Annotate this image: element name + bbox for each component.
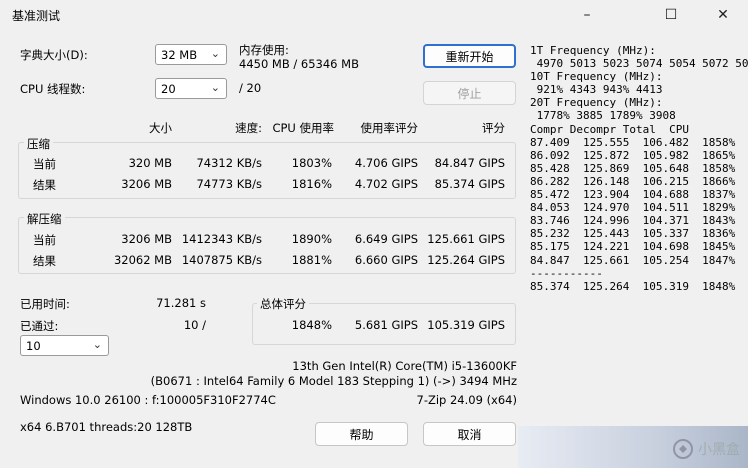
log-line: ----------- [530, 266, 603, 280]
decompress-current-rating: 125.661 GIPS [427, 232, 505, 246]
log-line: 20T Frequency (MHz): [530, 96, 663, 110]
compress-result-speed: 74773 KB/s [196, 177, 262, 191]
passes-select[interactable]: 10 ⌄ [20, 335, 109, 356]
compress-result-ru: 4.702 GIPS [354, 177, 418, 191]
threads-value: 20 [161, 82, 176, 96]
log-line: 85.232 125.443 105.337 1836% [530, 227, 736, 241]
log-line: 84.847 125.661 105.254 1847% [530, 253, 736, 267]
log-line: 921% 4343 943% 4413 [530, 83, 663, 97]
cpu-detail: (B0671 : Intel64 Family 6 Model 183 Step… [150, 374, 517, 388]
chevron-down-icon: ⌄ [210, 47, 220, 60]
cpu-name: 13th Gen Intel(R) Core(TM) i5-13600KF [292, 359, 517, 373]
decompress-result-rating: 125.264 GIPS [427, 253, 505, 267]
decompress-current-label: 当前 [33, 233, 56, 247]
elapsed-label: 已用时间: [20, 297, 70, 311]
threads-select[interactable]: 20 ⌄ [155, 78, 227, 99]
dict-size-select[interactable]: 32 MB ⌄ [155, 44, 227, 65]
decompress-result-speed: 1407875 KB/s [181, 253, 262, 267]
watermark-logo-icon [673, 439, 693, 459]
version-info: 7-Zip 24.09 (x64) [416, 393, 518, 407]
compress-result-cpu: 1816% [291, 177, 332, 191]
col-speed: 速度: [235, 121, 262, 135]
decompress-result-size: 32062 MB [113, 253, 172, 267]
decompress-current-speed: 1412343 KB/s [181, 232, 262, 246]
benchmark-log: 1T Frequency (MHz): 4970 5013 5023 5074 … [530, 44, 748, 293]
compress-result-label: 结果 [33, 178, 56, 192]
dict-size-label: 字典大小(D): [20, 48, 88, 62]
passes-value: 10 [26, 339, 41, 353]
compress-result-rating: 85.374 GIPS [434, 177, 505, 191]
decompress-label: 解压缩 [24, 211, 65, 227]
build-info: x64 6.B701 threads:20 128TB [20, 420, 193, 434]
total-cpu: 1848% [291, 318, 332, 332]
compress-current-speed: 74312 KB/s [196, 156, 262, 170]
maximize-button[interactable]: ☐ [648, 0, 694, 30]
title-bar [0, 0, 748, 30]
compress-current-ru: 4.706 GIPS [354, 156, 418, 170]
chevron-down-icon: ⌄ [210, 81, 220, 94]
decompress-current-size: 3206 MB [121, 232, 172, 246]
log-line: Compr Decompr Total CPU [530, 122, 689, 136]
threads-label: CPU 线程数: [20, 82, 86, 96]
log-line: 10T Frequency (MHz): [530, 70, 663, 84]
compress-current-rating: 84.847 GIPS [434, 156, 505, 170]
stop-button[interactable]: 停止 [423, 81, 516, 105]
log-line: 83.746 124.996 104.371 1843% [530, 214, 736, 228]
passed-value: 10 / [183, 318, 206, 332]
close-button[interactable]: ✕ [700, 0, 746, 30]
col-cpu: CPU 使用率 [272, 121, 334, 135]
compress-result-size: 3206 MB [121, 177, 172, 191]
memory-label: 内存使用: [239, 43, 289, 57]
compress-label: 压缩 [24, 136, 53, 152]
col-rating: 评分 [482, 121, 505, 135]
decompress-result-ru: 6.660 GIPS [354, 253, 418, 267]
col-rating-usage: 使用率评分 [360, 121, 419, 135]
log-line: 86.092 125.872 105.982 1865% [530, 148, 736, 162]
compress-current-size: 320 MB [128, 156, 172, 170]
window-title: 基准测试 [12, 9, 61, 23]
log-line: 87.409 125.555 106.482 1858% [530, 135, 736, 149]
minimize-button[interactable]: – [564, 0, 610, 30]
decompress-current-cpu: 1890% [291, 232, 332, 246]
elapsed-value: 71.281 s [156, 296, 206, 310]
log-line: 85.175 124.221 104.698 1845% [530, 240, 736, 254]
restart-button[interactable]: 重新开始 [423, 44, 516, 68]
col-size: 大小 [149, 121, 172, 135]
compress-current-cpu: 1803% [291, 156, 332, 170]
total-rating-label: 总体评分 [257, 296, 309, 312]
dict-size-value: 32 MB [161, 48, 198, 62]
log-line: 85.428 125.869 105.648 1858% [530, 161, 736, 175]
chevron-down-icon: ⌄ [92, 338, 102, 351]
cancel-button[interactable]: 取消 [423, 422, 516, 446]
total-rating: 105.319 GIPS [427, 318, 505, 332]
compress-current-label: 当前 [33, 157, 56, 171]
help-button[interactable]: 帮助 [315, 422, 408, 446]
memory-value: 4450 MB / 65346 MB [239, 57, 359, 71]
passed-label: 已通过: [20, 319, 59, 333]
log-line: 85.374 125.264 105.319 1848% [530, 279, 736, 293]
log-line: 1T Frequency (MHz): [530, 44, 656, 57]
log-line: 86.282 126.148 106.215 1866% [530, 174, 736, 188]
decompress-result-cpu: 1881% [291, 253, 332, 267]
watermark-text: 小黑盒 [698, 442, 740, 458]
log-line: 85.472 123.904 104.688 1837% [530, 188, 736, 202]
total-ru: 5.681 GIPS [354, 318, 418, 332]
log-line: 4970 5013 5023 5074 5054 5072 5066 [530, 57, 748, 71]
os-info: Windows 10.0 26100 : f:100005F310F2774C [20, 393, 276, 407]
threads-total: / 20 [239, 81, 262, 95]
log-line: 1778% 3885 1789% 3908 [530, 109, 676, 123]
decompress-current-ru: 6.649 GIPS [354, 232, 418, 246]
watermark: 小黑盒 [672, 438, 740, 460]
log-line: 84.053 124.970 104.511 1829% [530, 201, 736, 215]
decompress-result-label: 结果 [33, 254, 56, 268]
